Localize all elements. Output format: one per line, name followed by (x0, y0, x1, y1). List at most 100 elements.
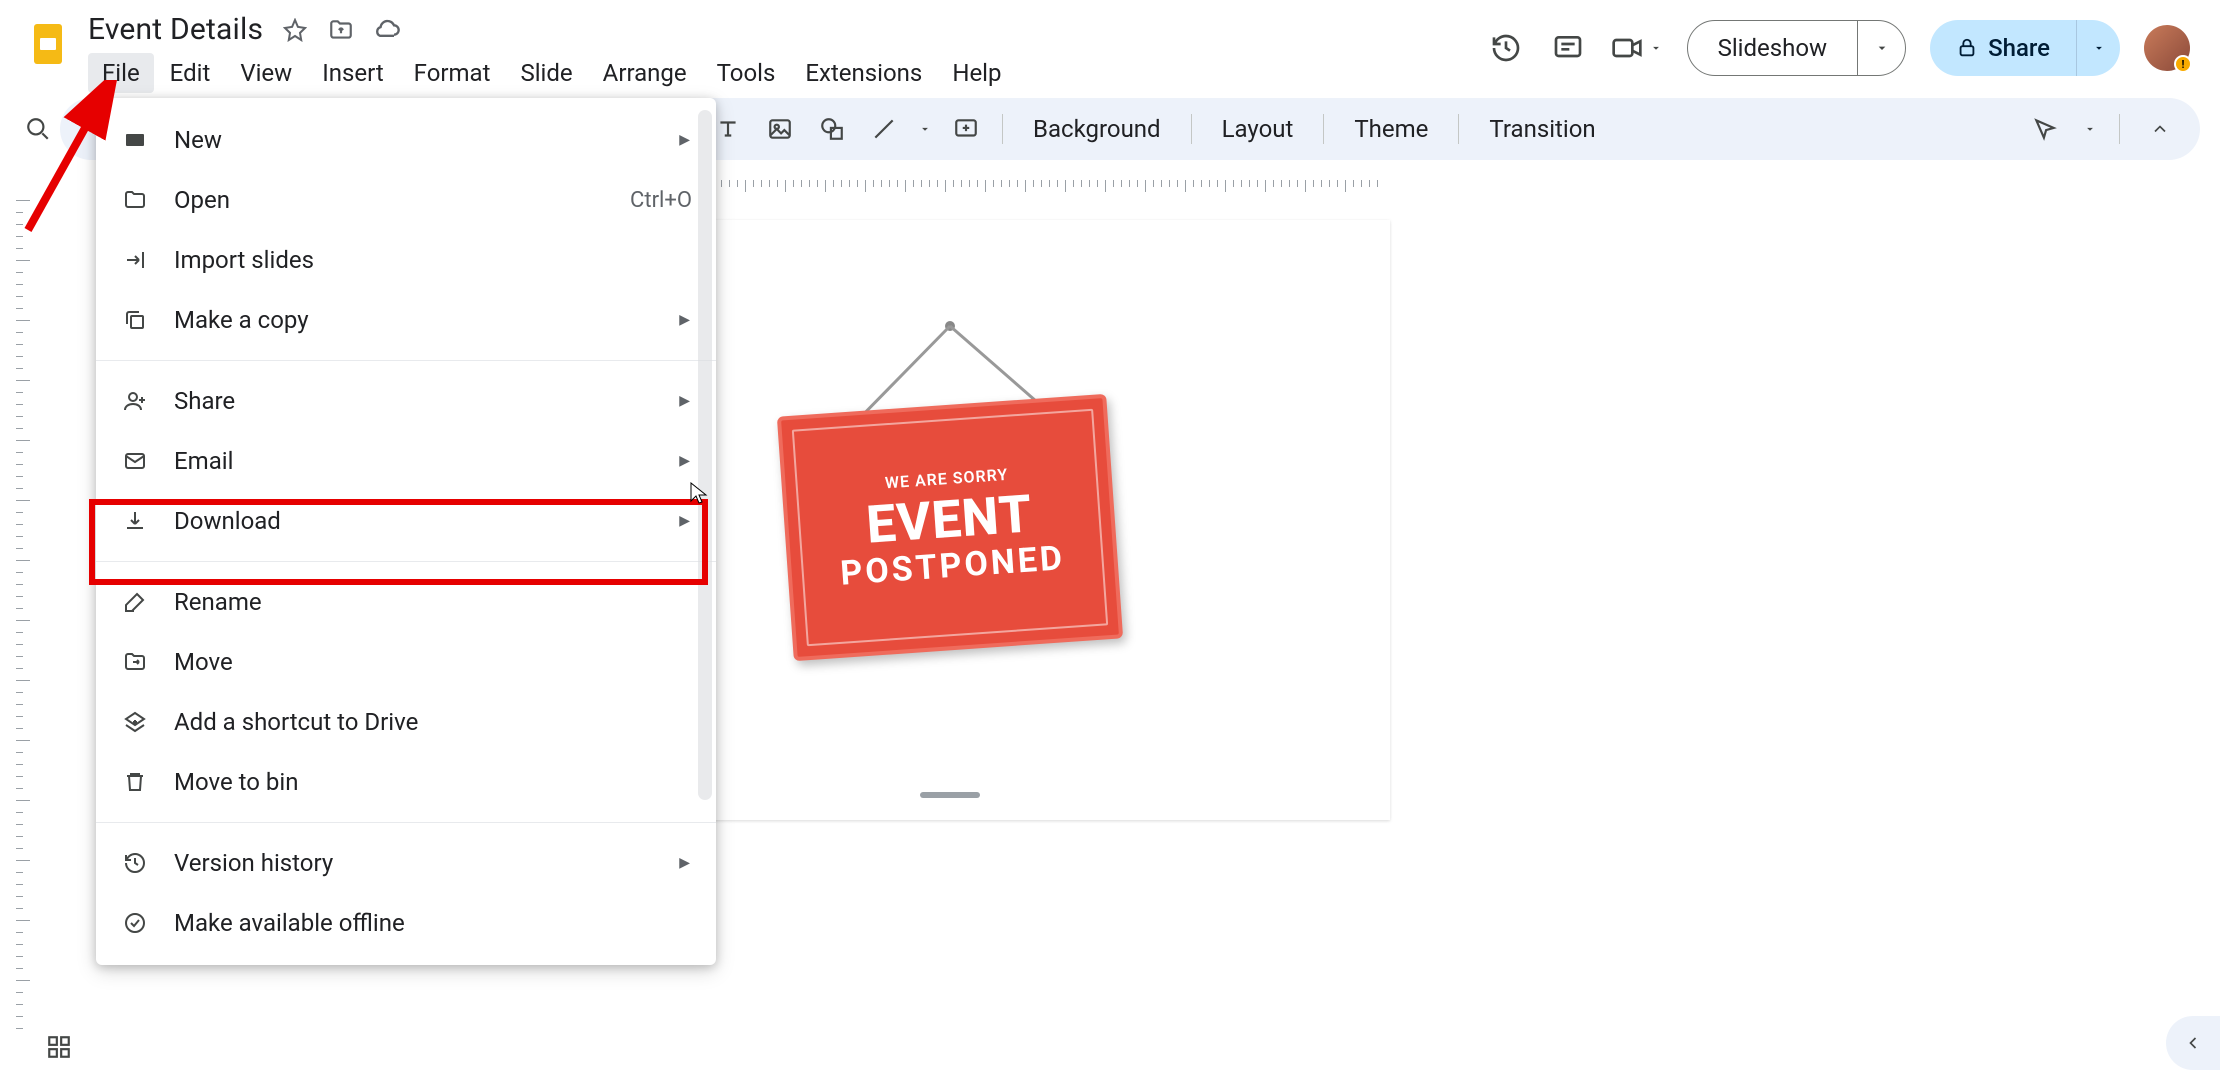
vertical-ruler (16, 200, 46, 1028)
menu-item-label: Download (174, 507, 281, 535)
menu-divider (96, 822, 716, 823)
menu-item-make-copy[interactable]: Make a copy ▶ (96, 290, 716, 350)
menu-item-label: Add a shortcut to Drive (174, 708, 418, 736)
pointer-dropdown-icon[interactable] (2079, 107, 2101, 151)
menu-item-shortcut: Ctrl+O (630, 188, 692, 213)
line-dropdown-icon[interactable] (914, 107, 936, 151)
history-icon[interactable] (1487, 29, 1525, 67)
menu-format[interactable]: Format (400, 53, 505, 93)
menu-item-download[interactable]: Download ▶ (96, 491, 716, 551)
menu-divider (96, 360, 716, 361)
menu-item-label: Move to bin (174, 768, 298, 796)
menu-help[interactable]: Help (938, 53, 1015, 93)
menu-item-label: New (174, 126, 222, 154)
menu-edit[interactable]: Edit (156, 53, 225, 93)
document-title[interactable]: Event Details (88, 12, 263, 47)
folder-icon (120, 185, 150, 215)
menu-item-label: Rename (174, 588, 262, 616)
menu-item-rename[interactable]: Rename (96, 572, 716, 632)
share-main[interactable]: Share (1930, 34, 2076, 62)
account-avatar[interactable]: ! (2144, 25, 2190, 71)
mail-icon (120, 446, 150, 476)
person-add-icon (120, 386, 150, 416)
sign-line1: WE ARE SORRY (884, 465, 1009, 493)
offline-icon (120, 908, 150, 938)
transition-button[interactable]: Transition (1473, 107, 1611, 151)
toolbar-divider (1002, 114, 1003, 144)
submenu-arrow-icon: ▶ (679, 513, 690, 529)
title-area: Event Details File Edit View Insert Form… (88, 8, 1016, 93)
menu-item-new[interactable]: New ▶ (96, 110, 716, 170)
avatar-badge: ! (2174, 55, 2192, 73)
search-menus-icon[interactable] (16, 107, 60, 151)
move-to-folder-icon[interactable] (327, 16, 355, 44)
pointer-mode-icon[interactable] (2023, 107, 2067, 151)
background-button[interactable]: Background (1017, 107, 1177, 151)
menu-extensions[interactable]: Extensions (791, 53, 936, 93)
menu-tools[interactable]: Tools (703, 53, 790, 93)
shape-icon[interactable] (810, 107, 854, 151)
menu-item-label: Make available offline (174, 909, 405, 937)
menu-item-move[interactable]: Move (96, 632, 716, 692)
comments-icon[interactable] (1549, 29, 1587, 67)
comment-add-icon[interactable] (944, 107, 988, 151)
share-dropdown[interactable] (2076, 20, 2120, 76)
menu-item-label: Move (174, 648, 233, 676)
menu-item-label: Version history (174, 849, 333, 877)
slides-logo[interactable] (20, 16, 76, 72)
grid-view-icon[interactable] (36, 1024, 82, 1070)
menu-item-add-shortcut[interactable]: Add a shortcut to Drive (96, 692, 716, 752)
shortcut-icon (120, 707, 150, 737)
layout-button[interactable]: Layout (1206, 107, 1310, 151)
toolbar-divider (1191, 114, 1192, 144)
cursor-icon (690, 482, 708, 506)
line-icon[interactable] (862, 107, 906, 151)
sign-plate: WE ARE SORRY EVENT POSTPONED (777, 394, 1123, 661)
menu-item-label: Share (174, 387, 235, 415)
history-icon (120, 848, 150, 878)
cloud-status-icon[interactable] (373, 16, 401, 44)
header-right: Slideshow Share ! (1487, 8, 2200, 76)
submenu-arrow-icon: ▶ (679, 132, 690, 148)
menu-view[interactable]: View (226, 53, 306, 93)
menu-insert[interactable]: Insert (308, 53, 397, 93)
star-icon[interactable] (281, 16, 309, 44)
menu-item-version-history[interactable]: Version history ▶ (96, 833, 716, 893)
slideshow-main[interactable]: Slideshow (1688, 34, 1858, 62)
toolbar-divider (1323, 114, 1324, 144)
menu-file[interactable]: File (88, 53, 154, 93)
submenu-arrow-icon: ▶ (679, 312, 690, 328)
menu-arrange[interactable]: Arrange (589, 53, 701, 93)
menu-item-label: Email (174, 447, 233, 475)
menu-item-email[interactable]: Email ▶ (96, 431, 716, 491)
menu-item-label: Open (174, 186, 230, 214)
speaker-notes-handle[interactable] (920, 792, 980, 798)
hide-menus-icon[interactable] (2138, 107, 2182, 151)
video-call-button[interactable] (1611, 32, 1663, 64)
menu-item-label: Make a copy (174, 306, 309, 334)
move-icon (120, 647, 150, 677)
menubar: File Edit View Insert Format Slide Arran… (88, 53, 1016, 93)
image-icon[interactable] (758, 107, 802, 151)
trash-icon (120, 767, 150, 797)
theme-button[interactable]: Theme (1338, 107, 1444, 151)
slideshow-dropdown[interactable] (1857, 21, 1905, 75)
menu-divider (96, 561, 716, 562)
menu-item-open[interactable]: Open Ctrl+O (96, 170, 716, 230)
download-icon (120, 506, 150, 536)
menu-item-offline[interactable]: Make available offline (96, 893, 716, 953)
toolbar-divider (2119, 114, 2120, 144)
menu-item-import-slides[interactable]: Import slides (96, 230, 716, 290)
share-button: Share (1930, 20, 2120, 76)
menu-item-share[interactable]: Share ▶ (96, 371, 716, 431)
menu-item-label: Import slides (174, 246, 314, 274)
header: Event Details File Edit View Insert Form… (0, 0, 2220, 98)
sign-line2: EVENT (865, 488, 1034, 551)
explore-tab-icon[interactable] (2166, 1016, 2220, 1070)
slideshow-button: Slideshow (1687, 20, 1907, 76)
toolbar-divider (1458, 114, 1459, 144)
menu-slide[interactable]: Slide (506, 53, 586, 93)
share-label: Share (1988, 34, 2050, 62)
submenu-arrow-icon: ▶ (679, 453, 690, 469)
menu-item-move-to-bin[interactable]: Move to bin (96, 752, 716, 812)
